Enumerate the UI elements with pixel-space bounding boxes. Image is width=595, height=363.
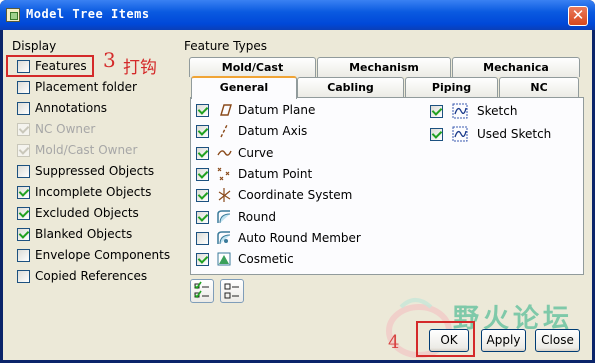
tab-mechanism[interactable]: Mechanism bbox=[317, 57, 451, 77]
feature-type-label: Datum Axis bbox=[238, 124, 308, 139]
feature-type-checkbox[interactable] bbox=[196, 146, 209, 160]
display-option-checkbox[interactable] bbox=[17, 270, 30, 283]
dialog-window: Model Tree Items ✕ Display Features Place… bbox=[0, 0, 595, 363]
curve-icon bbox=[216, 145, 232, 161]
auto-round-icon bbox=[216, 230, 232, 246]
annotation-step-4-number: 4 bbox=[388, 332, 400, 353]
tab-cabling[interactable]: Cabling bbox=[297, 77, 404, 97]
datum-plane-icon bbox=[216, 102, 232, 118]
app-icon bbox=[6, 8, 20, 22]
apply-button[interactable]: Apply bbox=[481, 329, 526, 352]
feature-type-checkbox[interactable] bbox=[196, 104, 209, 117]
feature-types-heading: Feature Types bbox=[184, 39, 267, 53]
display-option-label: Envelope Components bbox=[35, 248, 171, 262]
deselect-all-icon bbox=[224, 283, 239, 299]
feature-type-label: Round bbox=[238, 209, 276, 224]
round-icon bbox=[216, 209, 232, 225]
display-option-checkbox[interactable] bbox=[17, 165, 30, 178]
window-close-button[interactable]: ✕ bbox=[568, 6, 588, 26]
display-heading: Display bbox=[12, 39, 57, 53]
feature-type-checkbox[interactable] bbox=[196, 167, 209, 181]
annotation-step-3-number: 3 bbox=[103, 48, 116, 72]
used-sketch-icon bbox=[452, 126, 468, 142]
display-option-checkbox bbox=[17, 123, 30, 136]
feature-type-checkbox[interactable] bbox=[196, 231, 209, 245]
tab-mechanica[interactable]: Mechanica bbox=[452, 57, 580, 77]
display-option-checkbox bbox=[17, 144, 30, 157]
display-option-label: Copied References bbox=[35, 269, 148, 283]
display-option-checkbox[interactable] bbox=[17, 186, 30, 199]
deselect-all-button[interactable] bbox=[220, 279, 244, 303]
display-option-label: Incomplete Objects bbox=[35, 185, 152, 199]
tab-piping[interactable]: Piping bbox=[405, 77, 498, 97]
cosmetic-icon bbox=[216, 251, 232, 267]
feature-type-checkbox[interactable] bbox=[196, 125, 209, 139]
display-option-checkbox[interactable] bbox=[17, 81, 30, 94]
annotation-highlight-features bbox=[6, 55, 94, 77]
title-bar[interactable]: Model Tree Items ✕ bbox=[0, 0, 595, 30]
feature-type-label: Used Sketch bbox=[477, 127, 552, 141]
close-button[interactable]: Close bbox=[535, 329, 580, 352]
sketch-icon bbox=[452, 103, 468, 119]
dialog-client-area: Display Features Placement folder Annotati… bbox=[3, 30, 592, 360]
feature-type-label: Sketch bbox=[477, 104, 518, 118]
display-option-label: Annotations bbox=[35, 101, 108, 115]
feature-type-checkbox[interactable] bbox=[430, 105, 443, 118]
feature-type-checkbox[interactable] bbox=[430, 128, 443, 141]
tab-nc[interactable]: NC bbox=[499, 77, 579, 97]
feature-type-label: Datum Plane bbox=[238, 103, 316, 117]
feature-type-checkbox[interactable] bbox=[196, 210, 209, 224]
tab-mold-cast[interactable]: Mold/Cast bbox=[189, 57, 316, 77]
feature-type-label: Cosmetic bbox=[238, 252, 294, 267]
display-option-label: NC Owner bbox=[35, 122, 96, 136]
display-option-checkbox[interactable] bbox=[17, 102, 30, 115]
feature-type-label: Datum Point bbox=[238, 166, 313, 181]
datum-point-icon bbox=[216, 166, 232, 182]
display-option-checkbox[interactable] bbox=[17, 249, 30, 262]
display-option-label: Placement folder bbox=[35, 80, 137, 94]
feature-type-label: Curve bbox=[238, 145, 274, 160]
coordinate-system-icon bbox=[216, 187, 232, 203]
feature-type-label: Auto Round Member bbox=[238, 230, 361, 245]
window-title: Model Tree Items bbox=[26, 7, 150, 21]
display-option-label: Mold/Cast Owner bbox=[35, 143, 138, 157]
tab-general[interactable]: General bbox=[191, 76, 297, 99]
feature-type-checkbox[interactable] bbox=[196, 189, 209, 203]
feature-type-label: Coordinate System bbox=[238, 188, 353, 203]
display-option-label: Blanked Objects bbox=[35, 227, 133, 241]
annotation-step-3-text: 打钩 bbox=[123, 58, 157, 78]
display-option-label: Excluded Objects bbox=[35, 206, 139, 220]
display-option-checkbox[interactable] bbox=[17, 228, 30, 241]
select-all-icon bbox=[194, 281, 209, 299]
feature-type-checkbox[interactable] bbox=[196, 253, 209, 267]
select-all-button[interactable] bbox=[190, 279, 214, 303]
datum-axis-icon bbox=[216, 123, 232, 139]
display-option-label: Suppressed Objects bbox=[35, 164, 155, 178]
annotation-highlight-ok bbox=[416, 321, 475, 357]
display-option-checkbox[interactable] bbox=[17, 207, 30, 220]
